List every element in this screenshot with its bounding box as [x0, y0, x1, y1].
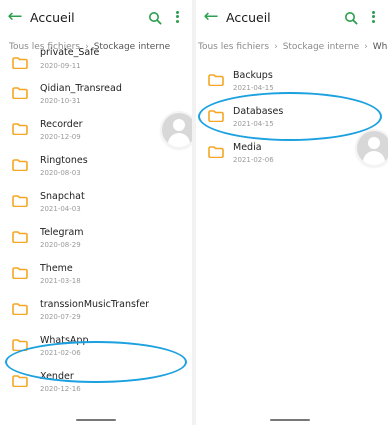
- app-header: ← Accueil: [0, 0, 192, 36]
- chevron-right-icon: ›: [364, 42, 368, 52]
- folder-name: private_Safe: [40, 47, 100, 58]
- folder-date: 2021-04-15: [233, 84, 274, 92]
- search-icon[interactable]: [344, 10, 358, 25]
- folder-date: 2021-04-15: [233, 120, 274, 128]
- folder-icon: [12, 123, 28, 135]
- folder-date: 2020-12-16: [40, 385, 81, 393]
- folder-name: Telegram: [40, 227, 84, 238]
- folder-icon: [12, 159, 28, 171]
- list-item[interactable]: Snapchat 2021-04-03: [0, 184, 192, 220]
- search-icon[interactable]: [148, 10, 162, 25]
- folder-name: Recorder: [40, 119, 83, 130]
- folder-icon: [12, 57, 28, 69]
- folder-icon: [12, 303, 28, 315]
- more-options-icon[interactable]: [370, 9, 376, 25]
- list-item[interactable]: Telegram 2020-08-29: [0, 220, 192, 256]
- list-item[interactable]: Backups 2021-04-15: [196, 63, 388, 99]
- folder-date: 2020-12-09: [40, 133, 81, 141]
- home-indicator: [76, 419, 116, 421]
- folder-icon: [12, 87, 28, 99]
- folder-date: 2020-08-03: [40, 169, 81, 177]
- folder-name: transsionMusicTransfer: [40, 299, 150, 310]
- list-item[interactable]: Theme 2021-03-18: [0, 256, 192, 292]
- folder-icon: [208, 146, 224, 158]
- folder-name: Backups: [233, 70, 273, 81]
- right-pane: ← Accueil Tous les fichiers › Stockage int…: [196, 0, 388, 425]
- folder-icon: [208, 74, 224, 86]
- list-item[interactable]: private_Safe 2020-09-11: [0, 47, 192, 76]
- folder-name: WhatsApp: [40, 335, 89, 346]
- folder-icon: [12, 375, 28, 387]
- folder-date: 2020-08-29: [40, 241, 81, 249]
- breadcrumb: Tous les fichiers › Stockage interne › Whats…: [196, 38, 388, 56]
- breadcrumb-item-all-files[interactable]: Tous les fichiers: [198, 38, 269, 56]
- list-item[interactable]: Databases 2021-04-15: [196, 99, 388, 135]
- folder-date: 2020-07-29: [40, 313, 81, 321]
- folder-name: Xender: [40, 371, 74, 382]
- folder-icon: [12, 231, 28, 243]
- folder-icon: [12, 339, 28, 351]
- folder-name: Ringtones: [40, 155, 88, 166]
- app-header: ← Accueil: [196, 0, 388, 36]
- folder-date: 2020-10-31: [40, 97, 81, 105]
- folder-icon: [208, 110, 224, 122]
- back-arrow-icon[interactable]: ←: [202, 8, 220, 26]
- folder-name: Media: [233, 142, 262, 153]
- page-title: Accueil: [226, 10, 271, 25]
- more-options-icon[interactable]: [174, 9, 180, 25]
- chevron-right-icon: ›: [274, 42, 278, 52]
- home-indicator: [270, 419, 310, 421]
- folder-name: Theme: [40, 263, 73, 274]
- floating-avatar[interactable]: [357, 131, 388, 165]
- breadcrumb-item-whatsapp[interactable]: WhatsApp: [373, 38, 388, 56]
- folder-name: Databases: [233, 106, 284, 117]
- folder-list: private_Safe 2020-09-11 Qidian_Transread…: [0, 47, 192, 400]
- list-item[interactable]: Ringtones 2020-08-03: [0, 148, 192, 184]
- breadcrumb-item-internal-storage[interactable]: Stockage interne: [283, 38, 359, 56]
- folder-name: Qidian_Transread: [40, 83, 122, 94]
- folder-date: 2020-09-11: [40, 62, 81, 70]
- floating-avatar[interactable]: [162, 113, 192, 147]
- page-title: Accueil: [30, 10, 75, 25]
- folder-date: 2021-02-06: [233, 156, 274, 164]
- list-item[interactable]: transsionMusicTransfer 2020-07-29: [0, 292, 192, 328]
- folder-date: 2021-02-06: [40, 349, 81, 357]
- back-arrow-icon[interactable]: ←: [6, 8, 24, 26]
- folder-icon: [12, 195, 28, 207]
- folder-date: 2021-04-03: [40, 205, 81, 213]
- left-pane: ← Accueil Tous les fichiers › Stockage int…: [0, 0, 192, 425]
- folder-date: 2021-03-18: [40, 277, 81, 285]
- list-item[interactable]: WhatsApp 2021-02-06: [0, 328, 192, 364]
- folder-icon: [12, 267, 28, 279]
- list-item[interactable]: Qidian_Transread 2020-10-31: [0, 76, 192, 112]
- list-item[interactable]: Xender 2020-12-16: [0, 364, 192, 400]
- folder-name: Snapchat: [40, 191, 85, 202]
